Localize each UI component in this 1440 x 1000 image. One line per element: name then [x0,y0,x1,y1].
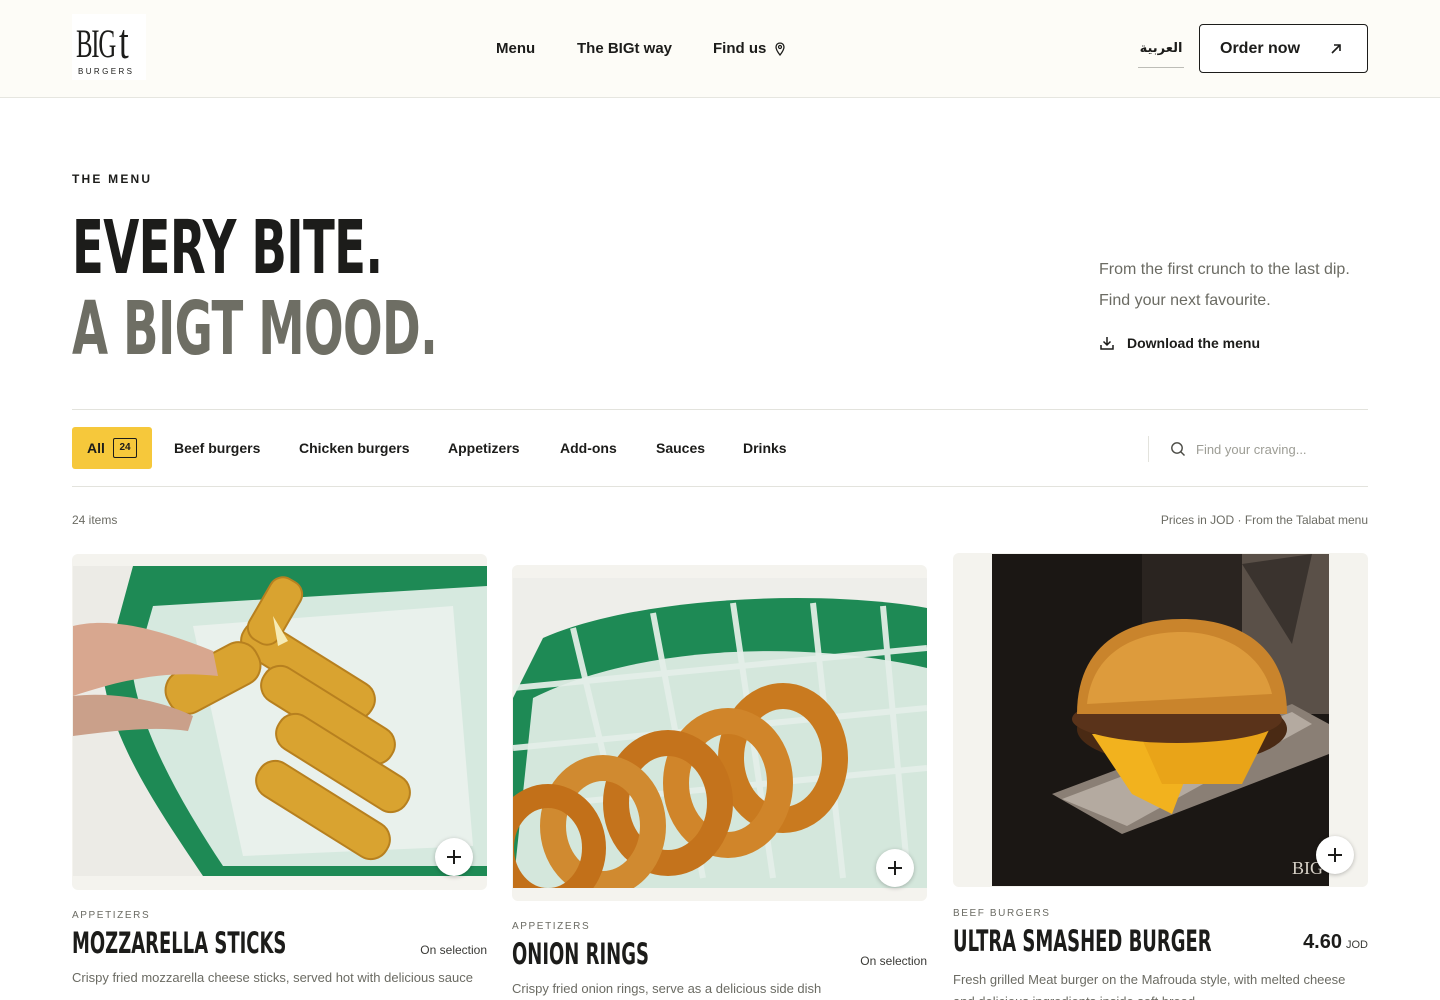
price-currency: JOD [1346,939,1368,951]
hero-tagline-line1: From the first crunch to the last dip. [1099,261,1350,278]
logo-t-mark: t [119,13,129,69]
filter-sauces[interactable]: Sauces [656,438,705,458]
arrow-up-right-icon [1331,44,1341,54]
menu-card-media [72,554,487,890]
items-count: 24 items [72,513,118,527]
menu-card-category: BEEF BURGERS [953,908,1051,919]
filter-appetizers[interactable]: Appetizers [448,438,520,458]
category-filter-bar: All 24 Beef burgers Chicken burgers Appe… [72,409,1368,487]
menu-card-category: APPETIZERS [72,910,151,921]
menu-search-input[interactable] [1196,437,1368,461]
nav-link-bigt-way[interactable]: The BIGt way [577,38,672,60]
logo-wordmark: BIG [76,21,116,66]
filter-beef-burgers[interactable]: Beef burgers [174,438,260,458]
filter-all-label: All [87,440,105,456]
menu-card-media: BIG [953,553,1368,887]
map-pin-icon [775,42,785,56]
hero-headline-line1: EVERY BITE. [72,205,383,291]
filter-drinks[interactable]: Drinks [743,438,787,458]
filter-all-count-badge: 24 [113,438,137,458]
mozzarella-sticks-photo [73,566,487,876]
menu-card-name[interactable]: ULTRA SMASHED BURGER [953,924,1212,958]
menu-card-price-note: On selection [860,954,927,968]
menu-card-description: Crispy fried onion rings, serve as a del… [512,981,822,996]
download-icon [1100,337,1114,350]
menu-card-category: APPETIZERS [512,921,591,932]
price-amount: 4.60 [1303,931,1342,953]
smashed-burger-photo: BIG [992,554,1329,886]
add-to-cart-button[interactable] [435,838,473,876]
hero-tagline-line2: Find your next favourite. [1099,292,1271,309]
prices-note: Prices in JOD · From the Talabat menu [1160,513,1368,527]
hero-headline-line2: A BIGT MOOD. [72,286,438,372]
menu-card-name[interactable]: MOZZARELLA STICKS [72,926,286,960]
search-icon [1171,442,1185,456]
menu-card-name[interactable]: ONION RINGS [512,937,649,971]
order-now-button[interactable]: Order now [1199,24,1368,73]
menu-card-price: 4.60 JOD [1303,931,1368,954]
filter-all-button[interactable]: All 24 [72,427,152,469]
add-to-cart-button[interactable] [1316,836,1354,874]
nav-link-menu[interactable]: Menu [496,38,535,60]
onion-rings-photo [513,578,927,888]
site-header: BIG t BURGERS Menu The BIGt way Find us … [0,0,1440,98]
nav-link-find-us[interactable]: Find us [713,38,766,60]
download-menu-label: Download the menu [1127,335,1260,351]
add-to-cart-button[interactable] [876,849,914,887]
search-divider [1148,436,1149,462]
brand-logo[interactable]: BIG t BURGERS [72,14,146,80]
menu-card-description: Crispy fried mozzarella cheese sticks, s… [72,970,474,985]
filter-chicken-burgers[interactable]: Chicken burgers [299,438,409,458]
logo-subtitle: BURGERS [78,67,135,76]
filter-add-ons[interactable]: Add-ons [560,438,617,458]
section-eyebrow: THE MENU [72,172,153,186]
order-now-label: Order now [1220,40,1301,57]
menu-card-description: Fresh grilled Meat burger on the Mafroud… [953,972,1346,1000]
language-toggle[interactable]: العربية [1138,36,1184,68]
menu-card-media [512,565,927,901]
menu-card-price-note: On selection [420,943,487,957]
